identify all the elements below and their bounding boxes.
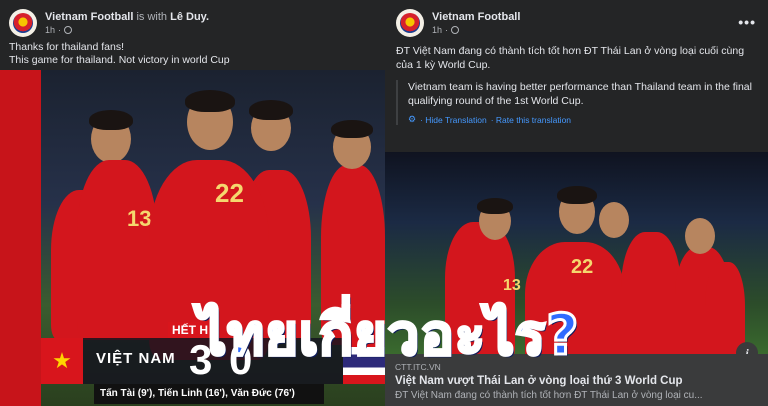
player-figure <box>77 160 157 340</box>
scorers-bar: Tấn Tài (9'), Tiến Linh (16'), Văn Đức (… <box>94 384 324 404</box>
post-header: Vietnam Football is with Lê Duy. 1h · <box>9 8 209 38</box>
player-hair <box>477 198 513 214</box>
main-player-hair <box>557 186 597 204</box>
post-caption-line-1: Thanks for thailand fans! <box>9 41 124 53</box>
vietnam-flag-icon: ★ <box>41 338 83 384</box>
player-figure <box>621 232 681 354</box>
vff-logo-icon <box>13 13 33 33</box>
link-description: ĐT Việt Nam đang có thành tích tốt hơn Đ… <box>395 390 703 401</box>
globe-icon <box>451 26 460 34</box>
player-hair <box>331 120 373 138</box>
jersey-number: 22 <box>571 256 594 278</box>
player-hair <box>249 100 293 120</box>
player-figure <box>705 262 745 354</box>
rate-translation-link[interactable]: · Rate this translation <box>491 115 571 125</box>
tagged-user-link[interactable]: Lê Duy. <box>170 11 209 23</box>
player-head <box>599 202 629 238</box>
page-name-link[interactable]: Vietnam Football <box>432 11 520 23</box>
globe-icon <box>64 26 73 34</box>
hide-translation-link[interactable]: · Hide Translation <box>420 115 487 125</box>
page-name-link[interactable]: Vietnam Football <box>45 11 133 23</box>
post-timestamp[interactable]: 1h <box>432 25 442 35</box>
jersey-number: 22 <box>215 178 244 208</box>
page-avatar[interactable] <box>396 9 424 37</box>
team-name: VIỆT NAM <box>96 350 176 367</box>
post-caption-line-2: This game for thailand. Not victory in w… <box>9 54 230 66</box>
with-text: is with <box>136 11 168 23</box>
post-timestamp[interactable]: 1h <box>45 25 55 35</box>
translation-text: Vietnam team is having better performanc… <box>408 81 752 107</box>
photo-border-band <box>0 70 41 406</box>
post-caption: ĐT Việt Nam đang có thành tích tốt hơn Đ… <box>396 45 745 71</box>
main-player-hair <box>185 90 235 112</box>
gear-icon[interactable]: ⚙ <box>408 114 416 125</box>
player-head <box>685 218 715 254</box>
player-hair <box>89 110 133 130</box>
more-options-icon[interactable]: ••• <box>738 14 756 30</box>
jersey-number: 13 <box>127 206 152 231</box>
meme-caption-overlay: ไทยเกี่ยวอะไร? <box>197 302 581 370</box>
post-header: Vietnam Football 1h · <box>396 8 520 38</box>
vff-logo-icon <box>400 13 420 33</box>
translation-block: Vietnam team is having better performanc… <box>396 80 756 125</box>
page-avatar[interactable] <box>9 9 37 37</box>
